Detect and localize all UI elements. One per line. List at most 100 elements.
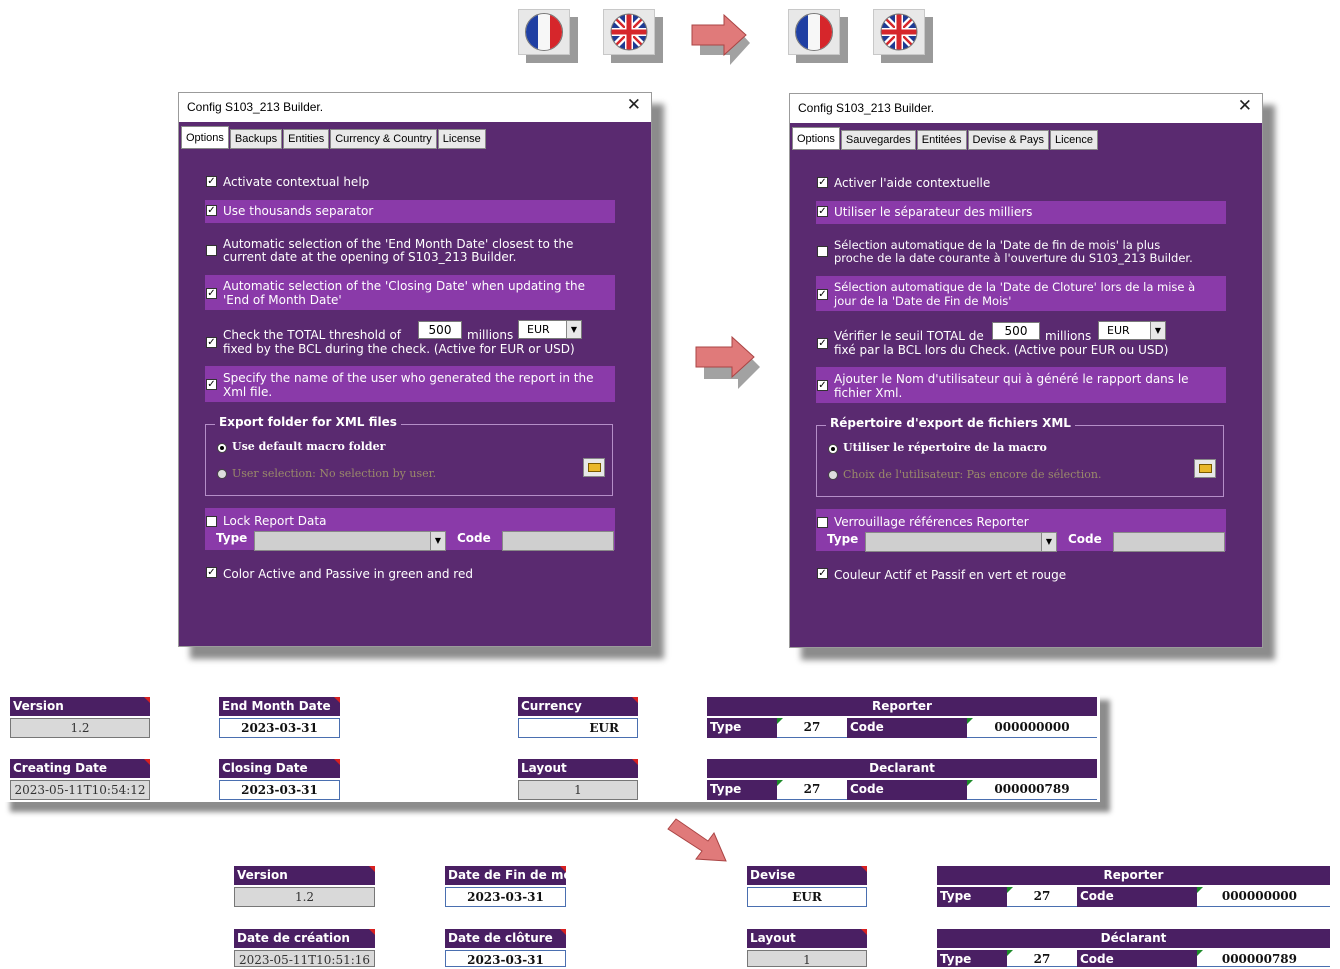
export-folder-title: Export folder for XML files (215, 415, 401, 429)
folder-browse-button[interactable] (1194, 459, 1216, 478)
checkbox-unchecked[interactable] (206, 245, 217, 256)
option-thousands-separator[interactable]: ✓ Utiliser le séparateur des milliers (816, 201, 1226, 224)
option-total-threshold[interactable]: ✓ Vérifier le seuil TOTAL de 500 million… (816, 320, 1226, 357)
folder-icon (1199, 464, 1212, 473)
checkbox-checked[interactable]: ✓ (817, 338, 828, 349)
chevron-down-icon[interactable]: ▼ (1041, 533, 1056, 551)
tab-licence[interactable]: Licence (1050, 130, 1098, 150)
reporter-type-cell[interactable]: 27 (1007, 887, 1077, 907)
checkbox-checked[interactable]: ✓ (206, 205, 217, 216)
layout-cell[interactable]: 1 (518, 780, 638, 800)
radio-user-folder[interactable] (828, 470, 838, 480)
tab-devise-pays[interactable]: Devise & Pays (967, 130, 1050, 150)
tab-license[interactable]: License (437, 129, 486, 149)
checkbox-checked[interactable]: ✓ (817, 206, 828, 217)
option-contextual-help[interactable]: ✓ Activate contextual help (205, 174, 615, 190)
dialog-title: Config S103_213 Builder. (187, 100, 324, 114)
checkbox-checked[interactable]: ✓ (206, 567, 217, 578)
reporter-code-cell[interactable]: 000000000 (1197, 887, 1330, 907)
tab-options[interactable]: Options (181, 126, 229, 149)
radio-user-folder-label: User selection: No selection by user. (232, 467, 437, 480)
lock-code-input[interactable] (502, 531, 614, 551)
declarant-code-cell[interactable]: 000000789 (1197, 950, 1330, 967)
reporter-header: Reporter (707, 697, 1097, 716)
closing-date-cell[interactable]: 2023-03-31 (219, 780, 340, 800)
checkbox-unchecked[interactable] (817, 246, 828, 257)
french-flag-button-2[interactable] (788, 9, 840, 55)
config-dialog-english: Config S103_213 Builder. ✕ Options Backu… (178, 92, 652, 647)
radio-default-folder[interactable] (828, 444, 838, 454)
option-auto-end-month[interactable]: Sélection automatique de la 'Date de fin… (816, 237, 1226, 267)
currency-cell[interactable]: EUR (747, 887, 867, 907)
declarant-type-cell[interactable]: 27 (1007, 950, 1077, 967)
declarant-type-cell[interactable]: 27 (777, 780, 847, 800)
option-color-active-passive[interactable]: ✓ Couleur Actif et Passif en vert et rou… (816, 567, 1226, 583)
folder-browse-button[interactable] (583, 458, 605, 477)
option-total-threshold[interactable]: ✓ Check the TOTAL threshold of 500 milli… (205, 319, 615, 356)
checkbox-checked[interactable]: ✓ (206, 337, 217, 348)
closing-date-cell[interactable]: 2023-03-31 (445, 950, 566, 967)
tab-entities[interactable]: Entities (283, 129, 330, 149)
threshold-currency-select[interactable]: EUR ▼ (518, 320, 582, 339)
arrow-right-icon (691, 13, 750, 65)
option-color-active-passive[interactable]: ✓ Color Active and Passive in green and … (205, 566, 615, 582)
currency-cell[interactable]: EUR (518, 718, 638, 738)
close-icon[interactable]: ✕ (627, 95, 641, 115)
version-cell[interactable]: 1.2 (10, 718, 150, 738)
tab-entitees[interactable]: Entitées (916, 130, 967, 150)
checkbox-unchecked[interactable] (206, 516, 217, 527)
uk-flag-button-2[interactable] (873, 9, 925, 55)
option-auto-closing-date[interactable]: ✓ Sélection automatique de la 'Date de C… (816, 276, 1226, 311)
end-month-cell[interactable]: 2023-03-31 (219, 718, 340, 738)
option-contextual-help[interactable]: ✓ Activer l'aide contextuelle (816, 175, 1226, 191)
reporter-type-cell[interactable]: 27 (777, 718, 847, 738)
export-folder-title: Répertoire d'export de fichiers XML (826, 416, 1075, 430)
option-auto-end-month[interactable]: Automatic selection of the 'End Month Da… (205, 236, 615, 266)
option-thousands-separator[interactable]: ✓ Use thousands separator (205, 200, 615, 223)
lock-report-band: Lock Report Data Type ▼ Code (205, 508, 615, 551)
checkbox-unchecked[interactable] (817, 517, 828, 528)
checkbox-checked[interactable]: ✓ (817, 568, 828, 579)
lock-type-select[interactable]: ▼ (254, 531, 446, 551)
french-flag-button[interactable] (518, 9, 570, 55)
version-cell[interactable]: 1.2 (234, 887, 375, 907)
chevron-down-icon[interactable]: ▼ (566, 321, 581, 338)
checkbox-checked[interactable]: ✓ (206, 176, 217, 187)
creating-date-cell[interactable]: 2023-05-11T10:54:12 (10, 780, 150, 800)
radio-default-folder[interactable] (217, 443, 227, 453)
checkbox-checked[interactable]: ✓ (817, 380, 828, 391)
layout-cell[interactable]: 1 (747, 950, 867, 967)
tab-bar: Options Sauvegardes Entitées Devise & Pa… (792, 127, 1099, 150)
radio-user-folder[interactable] (217, 469, 227, 479)
tab-options[interactable]: Options (792, 127, 840, 150)
lock-type-select[interactable]: ▼ (865, 532, 1057, 552)
checkbox-checked[interactable]: ✓ (817, 177, 828, 188)
creating-date-cell[interactable]: 2023-05-11T10:51:16 (234, 950, 375, 967)
chevron-down-icon[interactable]: ▼ (430, 532, 445, 550)
declarant-header: Declarant (707, 759, 1097, 778)
checkbox-checked[interactable]: ✓ (206, 379, 217, 390)
tab-sauvegardes[interactable]: Sauvegardes (840, 130, 916, 150)
reporter-type-label: Type (937, 887, 1007, 907)
uk-flag-button[interactable] (603, 9, 655, 55)
end-month-cell[interactable]: 2023-03-31 (445, 887, 566, 907)
tab-currency-country[interactable]: Currency & Country (330, 129, 437, 149)
reporter-code-cell[interactable]: 000000000 (967, 718, 1097, 738)
option-user-name[interactable]: ✓ Specify the name of the user who gener… (205, 366, 615, 402)
chevron-down-icon[interactable]: ▼ (1150, 322, 1165, 339)
threshold-input[interactable]: 500 (418, 321, 462, 339)
dialog-body: Options Backups Entities Currency & Coun… (179, 122, 651, 646)
lock-code-input[interactable] (1113, 532, 1225, 552)
close-icon[interactable]: ✕ (1238, 96, 1252, 116)
option-auto-closing-date[interactable]: ✓ Automatic selection of the 'Closing Da… (205, 275, 615, 310)
reporter-header: Reporter (937, 866, 1330, 885)
checkbox-checked[interactable]: ✓ (817, 289, 828, 300)
checkbox-checked[interactable]: ✓ (206, 288, 217, 299)
threshold-currency-select[interactable]: EUR ▼ (1098, 321, 1166, 340)
threshold-input[interactable]: 500 (992, 322, 1040, 340)
declarant-code-cell[interactable]: 000000789 (967, 780, 1097, 800)
creating-date-header: Date de création (234, 929, 375, 948)
layout-header: Layout (518, 759, 638, 778)
tab-backups[interactable]: Backups (229, 129, 283, 149)
option-user-name[interactable]: ✓ Ajouter le Nom d'utilisateur qui à gén… (816, 367, 1226, 403)
